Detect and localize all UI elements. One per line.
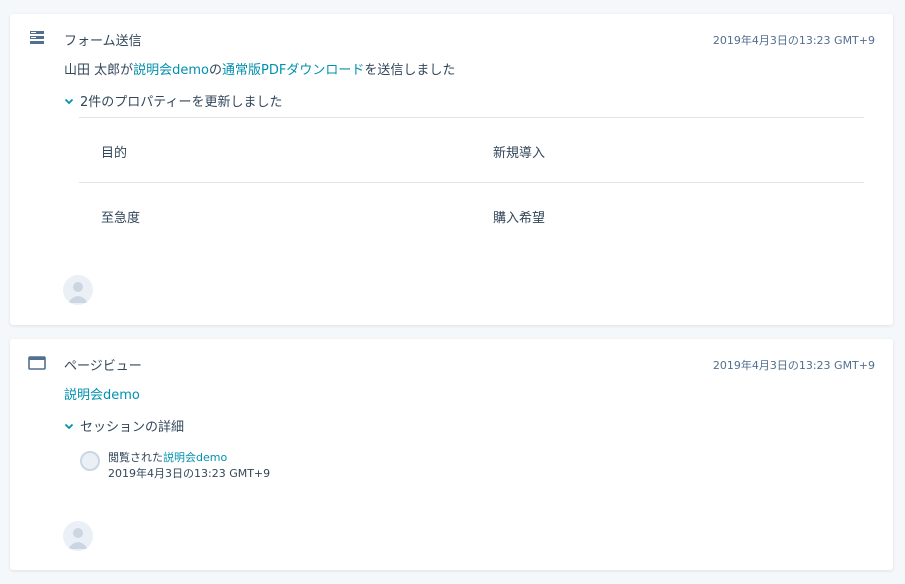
property-table: 目的 新規導入 至急度 購入希望 [79,117,864,247]
page-view-card: ページビュー 2019年4月3日の13:23 GMT+9 説明会demo セッシ… [10,339,893,570]
activity-timestamp: 2019年4月3日の13:23 GMT+9 [712,359,875,372]
browser-window-icon [28,354,46,372]
property-row: 至急度 購入希望 [79,182,864,247]
toggle-label: セッションの詳細 [80,420,185,435]
chevron-down-icon [63,95,75,107]
activity-timestamp: 2019年4月3日の13:23 GMT+9 [712,34,875,47]
chevron-down-icon [63,420,75,432]
summary-suffix: を送信しました [364,63,456,78]
property-name: 目的 [101,146,128,161]
form-link[interactable]: 通常版PDFダウンロード [222,63,364,78]
session-dot-icon [80,451,100,471]
viewed-prefix: 閲覧された [108,451,163,464]
connector-text: の [209,63,223,78]
properties-toggle[interactable]: 2件のプロパティーを更新しました [63,91,283,110]
activity-type-label: ページビュー [64,359,142,374]
page-link[interactable]: 説明会demo [64,384,140,403]
form-submission-card: フォーム送信 2019年4月3日の13:23 GMT+9 山田 太郎が説明会de… [10,14,893,325]
activity-type-label: フォーム送信 [64,34,142,49]
toggle-label: 2件のプロパティーを更新しました [80,95,283,110]
contact-text: 山田 太郎が [64,63,134,78]
form-icon [28,29,46,47]
avatar[interactable] [63,275,93,305]
property-row: 目的 新規導入 [79,117,864,182]
avatar[interactable] [63,521,93,551]
session-time: 2019年4月3日の13:23 GMT+9 [108,467,271,480]
property-value: 新規導入 [493,146,546,161]
property-value: 購入希望 [493,211,546,226]
viewed-page-link[interactable]: 説明会demo [163,451,227,464]
property-name: 至急度 [101,211,141,226]
session-viewed-text: 閲覧された説明会demo [108,449,227,465]
activity-summary: 山田 太郎が説明会demoの通常版PDFダウンロードを送信しました [64,59,455,78]
session-details-toggle[interactable]: セッションの詳細 [63,416,184,435]
page-link[interactable]: 説明会demo [133,63,209,78]
